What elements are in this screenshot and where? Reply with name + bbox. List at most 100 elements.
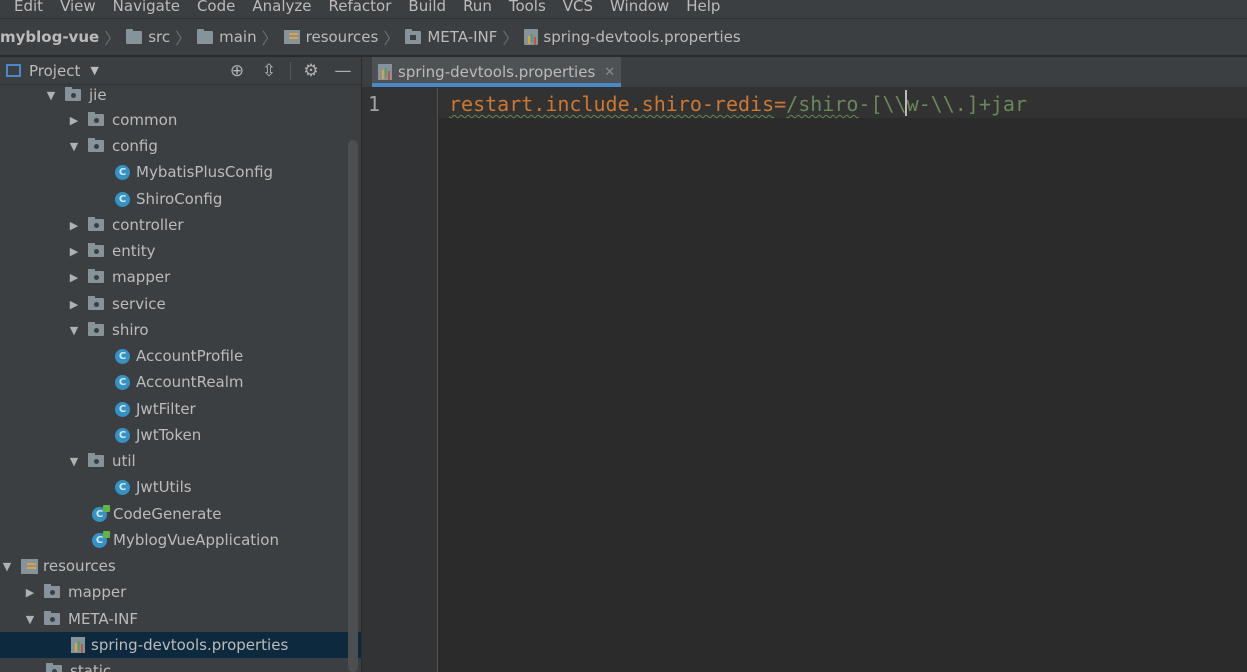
- tree-item-static[interactable]: static: [0, 658, 361, 672]
- folder-icon: [46, 663, 62, 672]
- tree-item-common[interactable]: ▶ common: [0, 107, 361, 133]
- locate-file-icon[interactable]: ⊕: [227, 61, 247, 81]
- menu-tools[interactable]: Tools: [509, 0, 546, 15]
- collapsed-arrow-icon[interactable]: ▶: [67, 271, 81, 284]
- expanded-arrow-icon[interactable]: ▼: [67, 140, 81, 153]
- tree-item-resources[interactable]: ▼ resources: [0, 553, 361, 579]
- tree-item-label: AccountRealm: [136, 373, 244, 391]
- folder-icon: [126, 28, 143, 44]
- collapsed-arrow-icon[interactable]: ▶: [67, 245, 81, 258]
- expanded-arrow-icon[interactable]: ▼: [23, 613, 37, 626]
- collapsed-arrow-icon[interactable]: ▶: [67, 114, 81, 127]
- menu-run[interactable]: Run: [463, 0, 492, 15]
- project-view-selector[interactable]: Project: [29, 62, 80, 80]
- package-icon: [88, 453, 104, 467]
- tree-item-label: mapper: [68, 583, 127, 601]
- chevron-right-icon: 〉: [261, 29, 278, 48]
- tree-item-label: service: [112, 295, 166, 313]
- package-icon: [88, 243, 104, 257]
- menu-refactor[interactable]: Refactor: [328, 0, 391, 15]
- class-icon: C: [115, 427, 130, 443]
- properties-file-icon: [524, 29, 539, 45]
- tree-item-jwtfilter[interactable]: C JwtFilter: [0, 396, 361, 422]
- tree-item-label: entity: [112, 242, 156, 260]
- tree-scrollbar[interactable]: [348, 140, 358, 672]
- tree-item-controller[interactable]: ▶ controller: [0, 212, 361, 238]
- tree-item-label: ShiroConfig: [136, 190, 223, 208]
- menu-build[interactable]: Build: [408, 0, 446, 15]
- package-icon: [88, 112, 104, 126]
- project-view-icon: [6, 64, 21, 77]
- close-icon[interactable]: ✕: [604, 65, 615, 80]
- menu-vcs[interactable]: VCS: [563, 0, 593, 15]
- tree-item-label: jie: [89, 86, 107, 104]
- gear-icon[interactable]: ⚙: [301, 61, 321, 81]
- minimize-icon[interactable]: —: [333, 61, 353, 81]
- editor-gutter: 1: [362, 88, 438, 672]
- code-line[interactable]: restart.include.shiro-redis=/shiro-[\\w-…: [449, 91, 1027, 117]
- code-editor[interactable]: restart.include.shiro-redis=/shiro-[\\w-…: [439, 88, 1247, 672]
- breadcrumb-src[interactable]: src: [126, 28, 170, 46]
- tree-item-service[interactable]: ▶ service: [0, 291, 361, 317]
- breadcrumb-file[interactable]: spring-devtools.properties: [524, 28, 741, 46]
- project-panel-header: Project ▼ ⊕ ⇳ ⚙ —: [0, 57, 361, 85]
- tree-item-codegenerate[interactable]: C CodeGenerate: [0, 501, 361, 527]
- tree-item-resources-mapper[interactable]: ▶ mapper: [0, 579, 361, 605]
- tree-item-spring-devtools-properties[interactable]: spring-devtools.properties: [0, 632, 361, 658]
- folder-icon: [44, 584, 60, 598]
- breadcrumb-label: src: [148, 28, 171, 46]
- tree-item-meta-inf[interactable]: ▼ META-INF: [0, 606, 361, 632]
- tree-item-jwtutils[interactable]: C JwtUtils: [0, 474, 361, 500]
- chevron-right-icon: 〉: [104, 29, 121, 48]
- breadcrumb-label: resources: [305, 28, 379, 46]
- tree-item-shiro[interactable]: ▼ shiro: [0, 317, 361, 343]
- tree-item-label: mapper: [112, 268, 171, 286]
- tree-item-entity[interactable]: ▶ entity: [0, 238, 361, 264]
- breadcrumb-label: META-INF: [427, 28, 498, 46]
- tree-item-accountprofile[interactable]: C AccountProfile: [0, 343, 361, 369]
- class-icon: C: [115, 401, 130, 417]
- tree-item-accountrealm[interactable]: C AccountRealm: [0, 369, 361, 395]
- expanded-arrow-icon[interactable]: ▼: [44, 89, 58, 102]
- menu-help[interactable]: Help: [686, 0, 720, 15]
- class-icon: C: [115, 374, 130, 390]
- tree-item-mybatisplusconfig[interactable]: C MybatisPlusConfig: [0, 159, 361, 185]
- expanded-arrow-icon[interactable]: ▼: [67, 324, 81, 337]
- breadcrumb-meta-inf[interactable]: META-INF: [405, 28, 497, 46]
- expanded-arrow-icon[interactable]: ▼: [0, 560, 14, 573]
- menu-edit[interactable]: Edit: [14, 0, 43, 15]
- breadcrumb-project[interactable]: myblog-vue: [0, 28, 99, 46]
- collapsed-arrow-icon[interactable]: ▶: [67, 298, 81, 311]
- expanded-arrow-icon[interactable]: ▼: [67, 455, 81, 468]
- package-icon: [88, 296, 104, 310]
- tree-item-label: JwtUtils: [136, 478, 192, 496]
- menu-code[interactable]: Code: [197, 0, 235, 15]
- tree-item-label: MybatisPlusConfig: [136, 163, 274, 181]
- tree-item-mapper[interactable]: ▶ mapper: [0, 264, 361, 290]
- collapse-all-icon[interactable]: ⇳: [259, 61, 279, 81]
- breadcrumb-main[interactable]: main: [197, 28, 257, 46]
- tab-spring-devtools-properties[interactable]: spring-devtools.properties ✕: [372, 57, 622, 87]
- tree-item-jwttoken[interactable]: C JwtToken: [0, 422, 361, 448]
- breadcrumb-resources[interactable]: resources: [283, 28, 379, 46]
- tree-item-myblogvueapplication[interactable]: C MyblogVueApplication: [0, 527, 361, 553]
- menu-view[interactable]: View: [60, 0, 96, 15]
- class-icon: C: [115, 348, 130, 364]
- class-icon: C: [115, 164, 130, 180]
- menu-window[interactable]: Window: [610, 0, 669, 15]
- tree-item-label: util: [112, 452, 136, 470]
- chevron-right-icon: 〉: [175, 29, 192, 48]
- tree-item-shiroconfig[interactable]: C ShiroConfig: [0, 186, 361, 212]
- menu-navigate[interactable]: Navigate: [113, 0, 180, 15]
- tree-item-jie[interactable]: ▼ jie: [0, 85, 361, 108]
- tab-label: spring-devtools.properties: [398, 63, 596, 81]
- collapsed-arrow-icon[interactable]: ▶: [67, 219, 81, 232]
- caret-down-icon[interactable]: ▼: [90, 64, 98, 77]
- folder-icon: [405, 28, 422, 44]
- tree-item-label: common: [112, 111, 178, 129]
- tree-item-util[interactable]: ▼ util: [0, 448, 361, 474]
- tree-item-config[interactable]: ▼ config: [0, 133, 361, 159]
- collapsed-arrow-icon[interactable]: ▶: [23, 586, 37, 599]
- menu-analyze[interactable]: Analyze: [252, 0, 311, 15]
- class-icon: C: [115, 479, 130, 495]
